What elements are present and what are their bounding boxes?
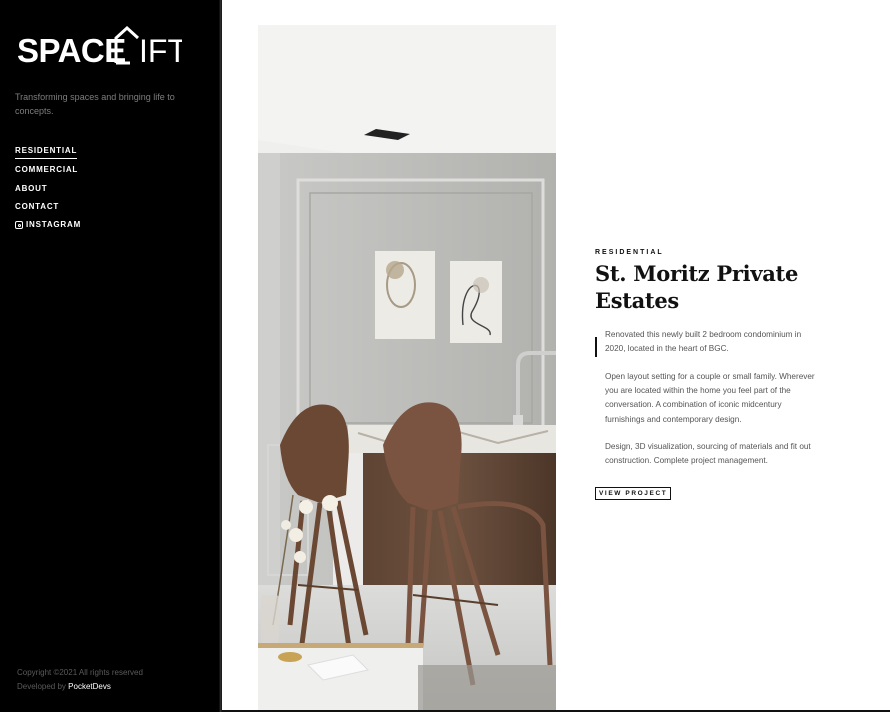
nav-contact[interactable]: CONTACT <box>15 198 81 216</box>
view-project-button[interactable]: VIEW PROJECT <box>595 487 672 501</box>
main-nav: RESIDENTIAL COMMERCIAL ABOUT CONTACT INS… <box>15 143 81 234</box>
nav-about[interactable]: ABOUT <box>15 180 81 198</box>
tagline: Transforming spaces and bringing life to… <box>15 92 175 116</box>
nav-contact-label: CONTACT <box>15 202 60 212</box>
sidebar: SPACE IFT Transforming spaces and bringi… <box>0 0 221 712</box>
project-title-line2: Estates <box>595 288 679 313</box>
project-title-line1: St. Moritz Private <box>595 261 799 286</box>
description-accent-bar <box>595 337 597 357</box>
description-paragraph-2: Open layout setting for a couple or smal… <box>605 371 815 424</box>
project-description: Renovated this newly built 2 bedroom con… <box>595 328 817 469</box>
project-title: St. Moritz Private Estates <box>595 260 817 314</box>
nav-residential-label: RESIDENTIAL <box>15 145 78 160</box>
project-info: RESIDENTIAL St. Moritz Private Estates R… <box>595 249 817 501</box>
instagram-icon <box>15 221 23 230</box>
copyright-text: Copyright ©2021 All rights reserved <box>17 668 143 677</box>
nav-commercial[interactable]: COMMERCIAL <box>15 161 81 179</box>
description-paragraph-3: Design, 3D visualization, sourcing of ma… <box>605 442 811 466</box>
sidebar-footer: Copyright ©2021 All rights reserved Deve… <box>17 666 143 693</box>
developer-link[interactable]: PocketDevs <box>68 682 111 691</box>
developed-by-line: Developed by PocketDevs <box>17 680 143 694</box>
nav-commercial-label: COMMERCIAL <box>15 165 79 175</box>
developed-by-text: Developed by <box>17 681 66 691</box>
sidebar-edge <box>219 0 222 712</box>
kitchen-scene-illustration <box>258 25 556 712</box>
nav-about-label: ABOUT <box>15 183 48 193</box>
nav-instagram-label: INSTAGRAM <box>26 220 82 230</box>
project-category: RESIDENTIAL <box>595 249 664 256</box>
nav-residential[interactable]: RESIDENTIAL <box>15 143 81 161</box>
project-photo[interactable] <box>258 25 556 712</box>
logo-text-space: SPACE <box>17 32 126 66</box>
spacelift-logo[interactable]: SPACE IFT <box>17 26 182 66</box>
description-paragraph-1: Renovated this newly built 2 bedroom con… <box>605 330 802 354</box>
logo-text-ift: IFT <box>139 33 182 66</box>
nav-instagram[interactable]: INSTAGRAM <box>15 216 81 234</box>
